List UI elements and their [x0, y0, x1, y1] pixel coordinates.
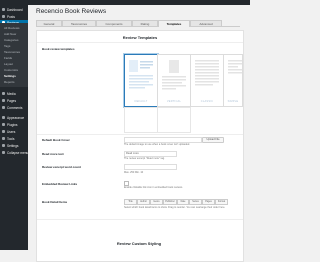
sidebar-collapse-menu[interactable]: Collapse menu — [0, 149, 28, 156]
tab-rating[interactable]: Rating — [132, 20, 158, 26]
admin-sidebar: Dashboard Posts Reviews All Reviews Add … — [0, 0, 28, 250]
brush-icon — [2, 116, 5, 119]
reviews-submenu: All Reviews Add New Categories Tags Taxo… — [0, 23, 28, 87]
detail-item-pill[interactable]: Publisher — [163, 199, 177, 205]
detail-item-pill[interactable]: Format — [215, 199, 228, 205]
pin-icon — [2, 15, 5, 18]
field-label-book-detail-items: Book Detail Items — [42, 200, 68, 204]
dashboard-icon — [2, 8, 5, 11]
detail-item-pill[interactable]: Date — [177, 199, 189, 205]
next-section-title: Review Custom Styling — [116, 241, 162, 246]
main-content: Recencio Book Reviews General Taxonomies… — [28, 5, 250, 262]
template-preview-card[interactable] — [157, 107, 191, 133]
submenu-item-all-reviews[interactable]: All Reviews — [4, 26, 20, 30]
tab-components[interactable]: Components — [96, 20, 132, 26]
sidebar-item-appearance[interactable]: Appearance — [0, 114, 28, 121]
submenu-item-settings[interactable]: Settings — [4, 74, 16, 78]
template-name: DEFAULT — [134, 100, 148, 103]
sidebar-item-pages[interactable]: Pages — [0, 97, 28, 104]
section-divider — [37, 219, 243, 220]
sidebar-item-media[interactable]: Media — [0, 90, 28, 97]
default-cover-description: The default image to use when a book cov… — [124, 143, 190, 146]
settings-panel: Review Templates Book review templates D… — [36, 30, 244, 262]
detail-item-pill[interactable]: Series — [189, 199, 202, 205]
template-layout-icon — [162, 60, 186, 90]
sidebar-item-settings[interactable]: Settings — [0, 142, 28, 149]
field-label-embedded-review-links: Embedded Review Links — [42, 182, 78, 186]
submenu-item-add-new[interactable]: Add New — [4, 32, 16, 36]
comment-icon — [2, 106, 5, 109]
submenu-item-taxonomies[interactable]: Taxonomies — [4, 50, 20, 54]
page-title: Recencio Book Reviews — [36, 8, 107, 15]
tab-taxonomies[interactable]: Taxonomies — [62, 20, 96, 26]
template-preview-card[interactable] — [124, 107, 158, 133]
template-layout-icon — [195, 60, 219, 86]
field-label-default-book-cover: Default Book Cover — [42, 138, 70, 142]
section-divider — [37, 42, 243, 43]
book-detail-description: Select which book detail items to show. … — [124, 206, 226, 209]
submenu-item-reports[interactable]: Reports — [4, 80, 15, 84]
read-more-description: The review excerpt "Read more" tag. — [124, 157, 165, 160]
submenu-item-tags[interactable]: Tags — [4, 44, 10, 48]
detail-item-pill[interactable]: Author — [137, 199, 150, 205]
sidebar-item-plugins[interactable]: Plugins — [0, 121, 28, 128]
excerpt-word-count-description: Max. 250 Min. 10 — [124, 171, 144, 174]
template-name: VERTICAL — [166, 100, 182, 103]
users-icon — [2, 130, 5, 133]
page-icon — [2, 99, 5, 102]
sidebar-item-dashboard[interactable]: Dashboard — [0, 6, 28, 13]
tab-advanced[interactable]: Advanced — [190, 20, 222, 26]
settings-tabs: General Taxonomies Components Rating Tem… — [36, 20, 240, 27]
detail-item-pill[interactable]: Title — [124, 199, 137, 205]
media-icon — [2, 92, 5, 95]
submenu-item-categories[interactable]: Categories — [4, 38, 19, 42]
field-label-book-review-templates: Book review templates — [42, 47, 75, 51]
plugin-icon — [2, 123, 5, 126]
sidebar-item-comments[interactable]: Comments — [0, 104, 28, 111]
embedded-review-links-description: Enable clickable link icon in embedded b… — [124, 186, 183, 189]
upload-file-button[interactable]: Upload File — [202, 137, 224, 143]
section-divider — [37, 134, 243, 135]
tab-general[interactable]: General — [36, 20, 62, 26]
field-label-read-more-text: Read more text — [42, 152, 64, 156]
template-card-default[interactable]: DEFAULT — [124, 54, 158, 107]
template-card-classic[interactable]: CLASSIC — [190, 54, 224, 107]
settings-icon — [2, 144, 5, 147]
template-layout-icon — [228, 60, 242, 74]
detail-item-pill[interactable]: Genre — [150, 199, 163, 205]
sidebar-item-users[interactable]: Users — [0, 128, 28, 135]
template-name: SIMPLE — [227, 100, 239, 103]
template-card-simple[interactable]: SIMPLE — [223, 54, 243, 107]
submenu-item-customize[interactable]: Customize — [4, 68, 18, 72]
template-layout-icon — [129, 60, 153, 89]
sidebar-item-posts[interactable]: Posts — [0, 13, 28, 20]
sidebar-item-tools[interactable]: Tools — [0, 135, 28, 142]
excerpt-word-count-field[interactable] — [124, 164, 177, 170]
submenu-item-layout[interactable]: Layout — [4, 62, 13, 66]
submenu-item-fields[interactable]: Fields — [4, 56, 12, 60]
tab-templates[interactable]: Templates — [158, 20, 190, 27]
collapse-icon — [2, 151, 5, 154]
field-label-excerpt-word-count: Review excerpt word count — [42, 165, 81, 169]
section-title: Review Templates — [122, 35, 158, 40]
template-card-vertical[interactable]: VERTICAL — [157, 54, 191, 107]
template-name: CLASSIC — [200, 100, 214, 103]
wrench-icon — [2, 137, 5, 140]
detail-item-pill[interactable]: Pages — [202, 199, 215, 205]
